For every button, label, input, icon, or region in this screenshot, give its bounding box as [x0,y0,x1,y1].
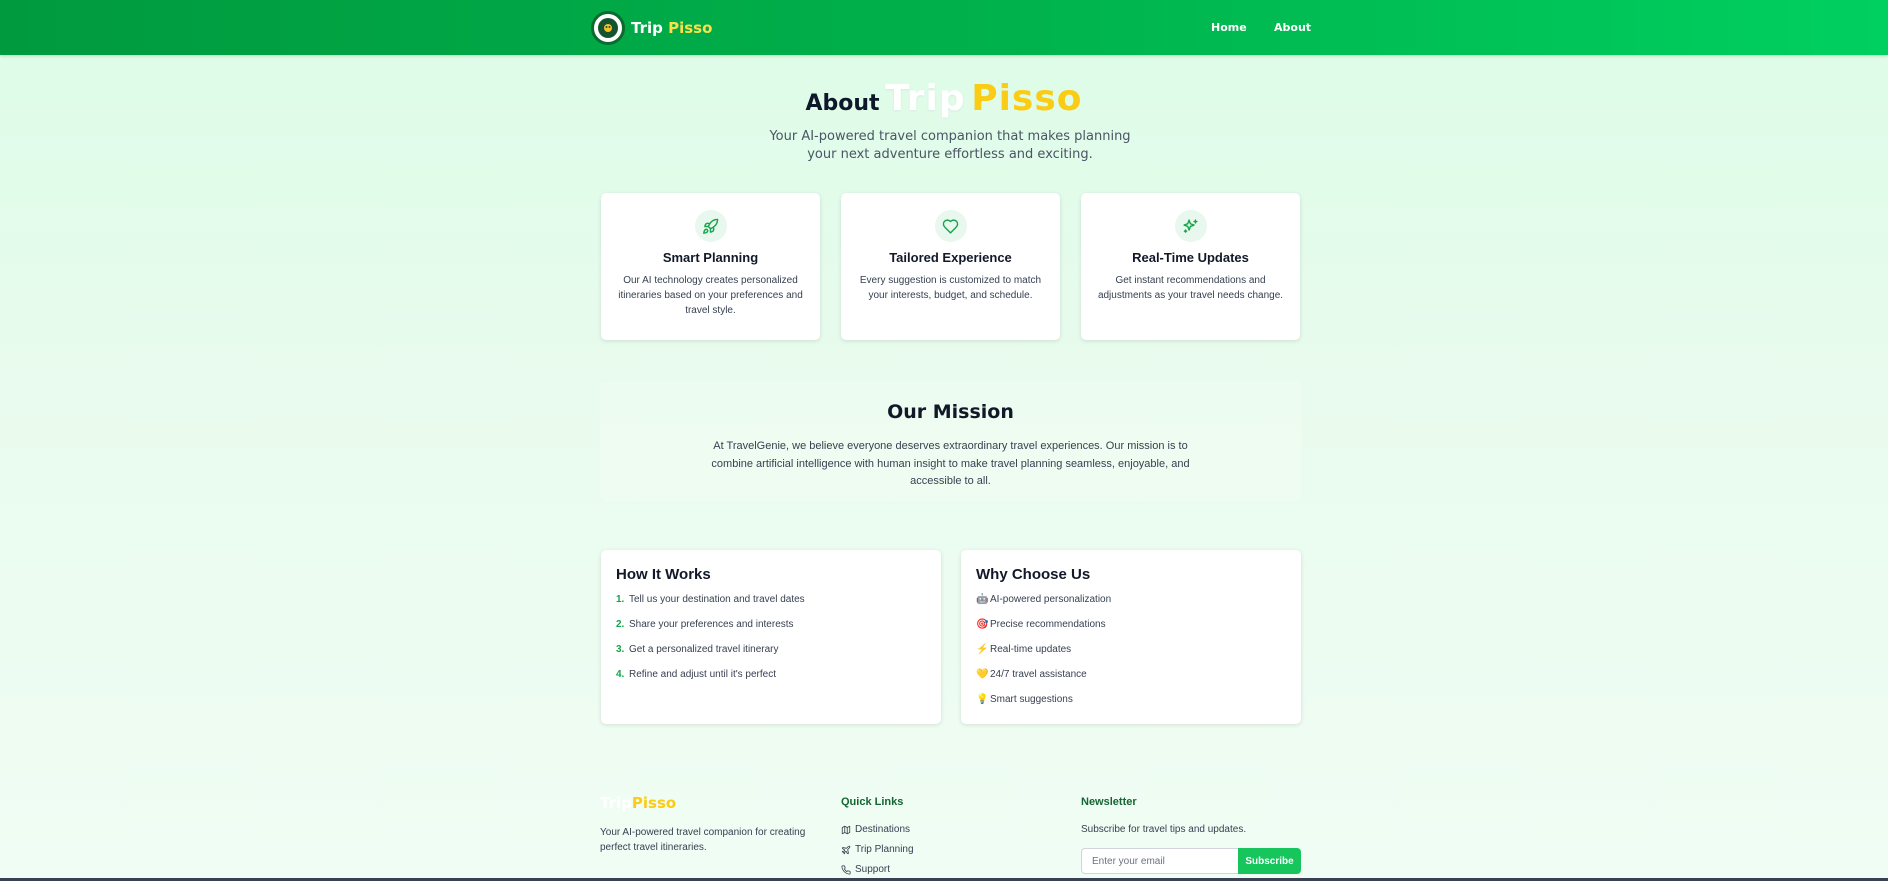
why-choose-us-card: Why Choose Us 🤖 AI-powered personalizatio… [961,550,1301,724]
why-choose-us-title: Why Choose Us [976,566,1091,583]
feature-text: Precise recommendations [990,619,1106,630]
phone-icon [841,864,851,875]
nav-about-container: About [1274,0,1311,55]
sparkles-icon [1174,210,1207,242]
yellow-heart-icon: 💛 [976,669,989,680]
robot-icon: 🤖 [976,594,989,605]
brand-name-accent: Pisso [668,19,713,37]
top-nav-bar: Trip Pisso Home About [0,0,1888,55]
step-number: 4. [616,669,625,680]
map-icon [841,825,851,834]
list-item: 🎯 Precise recommendations [976,619,1111,644]
feature-description: Our AI technology creates personalized i… [618,275,803,316]
step-number: 1. [616,594,625,605]
quick-link-label: Destinations [855,824,911,835]
quick-link-support[interactable]: Support [841,864,890,875]
footer-brand-accent: Pisso [631,794,677,812]
feature-title: Tailored Experience [889,250,1012,265]
logo-icon [591,11,625,45]
page-title: About Trip Pisso [0,78,1888,119]
step-number: 2. [616,619,625,630]
brand-name: Trip Pisso [631,19,712,37]
lightning-icon: ⚡ [976,644,989,655]
list-item: 1. Tell us your destination and travel da… [616,594,805,619]
target-icon: 🎯 [976,619,989,630]
nav-about-link[interactable]: About [1274,21,1311,34]
list-item: 🤖 AI-powered personalization [976,594,1111,619]
page-title-brand-accent: Pisso [971,78,1083,119]
step-number: 3. [616,644,625,655]
newsletter-heading: Newsletter [1081,796,1137,808]
nav-home-link[interactable]: Home [1211,21,1247,34]
why-choose-us-list: 🤖 AI-powered personalization 🎯 Precise rec… [976,594,1111,719]
feature-description: Get instant recommendations and adjustme… [1097,275,1284,301]
feature-card-real-time-updates: Real-Time Updates Get instant recommenda… [1081,193,1300,340]
lightbulb-icon: 💡 [976,694,989,705]
feature-text: AI-powered personalization [990,594,1112,605]
list-item: 💛 24/7 travel assistance [976,669,1111,694]
mission-section: Our Mission At TravelGenie, we believe e… [600,381,1301,501]
nav-home-container: Home [1211,0,1247,55]
feature-text: Smart suggestions [990,694,1073,705]
footer-brand-main: Trip [600,794,632,812]
feature-description: Every suggestion is customized to match … [859,275,1042,301]
how-it-works-title: How It Works [616,566,711,583]
quick-link-destinations[interactable]: Destinations [841,824,910,835]
page-title-prefix: About [805,91,880,116]
step-text: Refine and adjust until it's perfect [629,669,776,680]
feature-title: Smart Planning [662,250,759,265]
page-title-brand-main: Trip [885,78,966,119]
brand-logo-link[interactable]: Trip Pisso [591,11,712,45]
newsletter-email-input[interactable] [1081,848,1238,874]
quick-link-label: Support [855,864,891,875]
step-text: Share your preferences and interests [629,619,794,630]
rocket-icon [694,210,727,242]
newsletter-description: Subscribe for travel tips and updates. [1081,824,1247,835]
list-item: ⚡ Real-time updates [976,644,1111,669]
quick-link-label: Trip Planning [855,844,914,855]
how-it-works-list: 1. Tell us your destination and travel da… [616,594,805,694]
heart-icon [934,210,967,242]
footer-tagline: Your AI-powered travel companion for cre… [600,827,806,853]
feature-text: 24/7 travel assistance [990,669,1087,680]
feature-text: Real-time updates [990,644,1072,655]
list-item: 4. Refine and adjust until it's perfect [616,669,805,694]
feature-card-tailored-experience: Tailored Experience Every suggestion is … [841,193,1060,340]
feature-title: Real-Time Updates [1132,250,1249,265]
plane-icon [841,845,851,854]
list-item: 2. Share your preferences and interests [616,619,805,644]
footer-brand: TripPisso [600,794,676,812]
brand-name-main: Trip [631,19,663,37]
mission-text: At TravelGenie, we believe everyone dese… [711,440,1190,487]
how-it-works-card: How It Works 1. Tell us your destination … [601,550,941,724]
step-text: Get a personalized travel itinerary [629,644,779,655]
list-item: 3. Get a personalized travel itinerary [616,644,805,669]
subscribe-button[interactable]: Subscribe [1238,848,1301,874]
step-text: Tell us your destination and travel date… [629,594,805,605]
mission-title: Our Mission [887,401,1014,423]
list-item: 💡 Smart suggestions [976,694,1111,719]
page-subtitle: Your AI-powered travel companion that ma… [769,129,1131,162]
quick-link-trip-planning[interactable]: Trip Planning [841,844,914,855]
quick-links-heading: Quick Links [841,796,904,808]
feature-card-smart-planning: Smart Planning Our AI technology creates… [601,193,820,340]
